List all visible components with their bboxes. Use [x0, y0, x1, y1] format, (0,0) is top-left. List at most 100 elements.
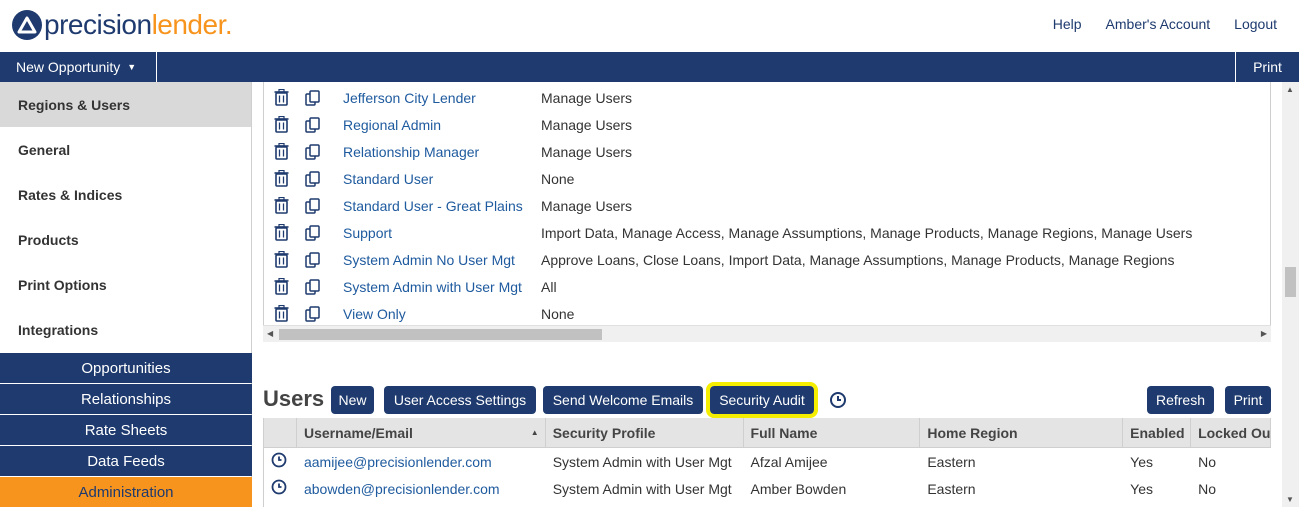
send-welcome-emails-button[interactable]: Send Welcome Emails — [543, 386, 703, 414]
new-opportunity-dropdown[interactable]: New Opportunity ▼ — [0, 52, 157, 82]
user-enabled: Yes — [1130, 480, 1153, 497]
profile-permissions: Import Data, Manage Access, Manage Assum… — [541, 224, 1193, 241]
logo-mark-icon — [12, 10, 42, 40]
user-email-link[interactable]: abowden@precisionlender.com — [297, 481, 546, 497]
users-grid-header: Username/Email ▲ Security Profile Full N… — [264, 418, 1271, 448]
precisionlender-logo[interactable]: precisionlender. — [12, 8, 233, 42]
trash-icon[interactable] — [273, 116, 289, 133]
profile-name-link[interactable]: Support — [343, 225, 541, 241]
copy-icon[interactable] — [304, 305, 322, 322]
module-rate-sheets[interactable]: Rate Sheets — [0, 415, 252, 445]
new-opportunity-label: New Opportunity — [16, 59, 121, 75]
module-administration[interactable]: Administration — [0, 477, 252, 507]
scrollbar-thumb[interactable] — [279, 329, 602, 340]
sidebar-item-regions-users[interactable]: Regions & Users — [0, 82, 251, 127]
profile-row: View Only None — [264, 300, 1270, 327]
profile-row: Regional Admin Manage Users — [264, 111, 1270, 138]
profile-row: Jefferson City Lender Manage Users — [264, 84, 1270, 111]
profile-name-link[interactable]: Standard User — [343, 171, 541, 187]
sidebar-item-integrations[interactable]: Integrations — [0, 307, 251, 352]
user-history-icon[interactable] — [264, 452, 297, 471]
profile-name-link[interactable]: Relationship Manager — [343, 144, 541, 160]
copy-icon[interactable] — [304, 170, 322, 187]
copy-icon[interactable] — [304, 197, 322, 214]
copy-icon[interactable] — [304, 89, 322, 106]
vertical-scrollbar[interactable]: ▲ ▼ — [1282, 82, 1299, 507]
scroll-left-icon[interactable]: ◀ — [267, 329, 273, 338]
trash-icon[interactable] — [273, 278, 289, 295]
user-home-region: Eastern — [927, 480, 976, 497]
profile-permissions: Manage Users — [541, 89, 633, 106]
security-audit-button[interactable]: Security Audit — [706, 382, 818, 418]
help-link[interactable]: Help — [1053, 16, 1082, 32]
trash-icon[interactable] — [273, 251, 289, 268]
history-icon[interactable] — [829, 391, 847, 412]
sidebar-item-rates-indices[interactable]: Rates & Indices — [0, 172, 251, 217]
module-relationships[interactable]: Relationships — [0, 384, 252, 414]
trash-icon[interactable] — [273, 143, 289, 160]
column-username[interactable]: Username/Email ▲ — [297, 418, 546, 447]
user-full-name: Amber Bowden — [750, 480, 847, 497]
sidebar: Regions & Users General Rates & Indices Pro… — [0, 82, 252, 507]
profile-permissions: Approve Loans, Close Loans, Import Data,… — [541, 251, 1175, 268]
profile-permissions: Manage Users — [541, 143, 633, 160]
trash-icon[interactable] — [273, 170, 289, 187]
security-profiles-list: Jefferson City Lender Manage Users Regiona… — [263, 82, 1271, 342]
user-profile: System Admin with User Mgt — [552, 453, 732, 470]
profile-name-link[interactable]: View Only — [343, 306, 541, 322]
profile-row: Support Import Data, Manage Access, Manag… — [264, 219, 1270, 246]
user-history-icon[interactable] — [264, 479, 297, 498]
profile-name-link[interactable]: System Admin No User Mgt — [343, 252, 541, 268]
scroll-right-icon[interactable]: ▶ — [1261, 329, 1267, 338]
module-opportunities[interactable]: Opportunities — [0, 353, 252, 383]
profile-name-link[interactable]: System Admin with User Mgt — [343, 279, 541, 295]
nav-print-button[interactable]: Print — [1235, 52, 1299, 82]
refresh-button[interactable]: Refresh — [1147, 386, 1214, 414]
profile-name-link[interactable]: Jefferson City Lender — [343, 90, 541, 106]
user-locked-out: No — [1198, 480, 1216, 497]
trash-icon[interactable] — [273, 197, 289, 214]
column-full-name[interactable]: Full Name — [744, 418, 921, 447]
scroll-up-icon[interactable]: ▲ — [1286, 85, 1294, 94]
caret-down-icon: ▼ — [127, 62, 137, 72]
copy-icon[interactable] — [304, 278, 322, 295]
profile-row: System Admin No User Mgt Approve Loans, C… — [264, 246, 1270, 273]
users-print-button[interactable]: Print — [1225, 386, 1271, 414]
account-link[interactable]: Amber's Account — [1106, 16, 1211, 32]
copy-icon[interactable] — [304, 251, 322, 268]
column-enabled[interactable]: Enabled — [1123, 418, 1192, 447]
profile-permissions: None — [541, 305, 575, 322]
scroll-down-icon[interactable]: ▼ — [1286, 495, 1294, 504]
users-toolbar: Users New User Access Settings Send Welc… — [263, 382, 1271, 418]
copy-icon[interactable] — [304, 224, 322, 241]
table-row[interactable]: abowden@precisionlender.com System Admin … — [264, 475, 1271, 502]
sidebar-item-print-options[interactable]: Print Options — [0, 262, 251, 307]
user-locked-out: No — [1198, 453, 1216, 470]
header-icon-column — [264, 418, 297, 447]
module-data-feeds[interactable]: Data Feeds — [0, 446, 252, 476]
logout-link[interactable]: Logout — [1234, 16, 1277, 32]
logo-text: precisionlender. — [44, 9, 233, 40]
users-title: Users — [263, 386, 325, 411]
profile-name-link[interactable]: Regional Admin — [343, 117, 541, 133]
horizontal-scrollbar[interactable]: ◀ ▶ — [263, 325, 1271, 342]
trash-icon[interactable] — [273, 89, 289, 106]
trash-icon[interactable] — [273, 305, 289, 322]
column-security-profile[interactable]: Security Profile — [546, 418, 744, 447]
new-user-button[interactable]: New — [331, 386, 374, 414]
copy-icon[interactable] — [304, 116, 322, 133]
vertical-scrollbar-thumb[interactable] — [1285, 267, 1296, 297]
profile-name-link[interactable]: Standard User - Great Plains — [343, 198, 541, 214]
sort-asc-icon: ▲ — [530, 428, 539, 437]
column-locked-out[interactable]: Locked Out — [1191, 418, 1271, 447]
sidebar-item-general[interactable]: General — [0, 127, 251, 172]
table-row[interactable]: aamijee@precisionlender.com System Admin … — [264, 448, 1271, 475]
user-email-link[interactable]: aamijee@precisionlender.com — [297, 454, 546, 470]
sidebar-item-products[interactable]: Products — [0, 217, 251, 262]
column-home-region[interactable]: Home Region — [920, 418, 1124, 447]
user-access-settings-button[interactable]: User Access Settings — [384, 386, 536, 414]
profile-row: Standard User - Great Plains Manage Users — [264, 192, 1270, 219]
copy-icon[interactable] — [304, 143, 322, 160]
profile-permissions: All — [541, 278, 557, 295]
trash-icon[interactable] — [273, 224, 289, 241]
